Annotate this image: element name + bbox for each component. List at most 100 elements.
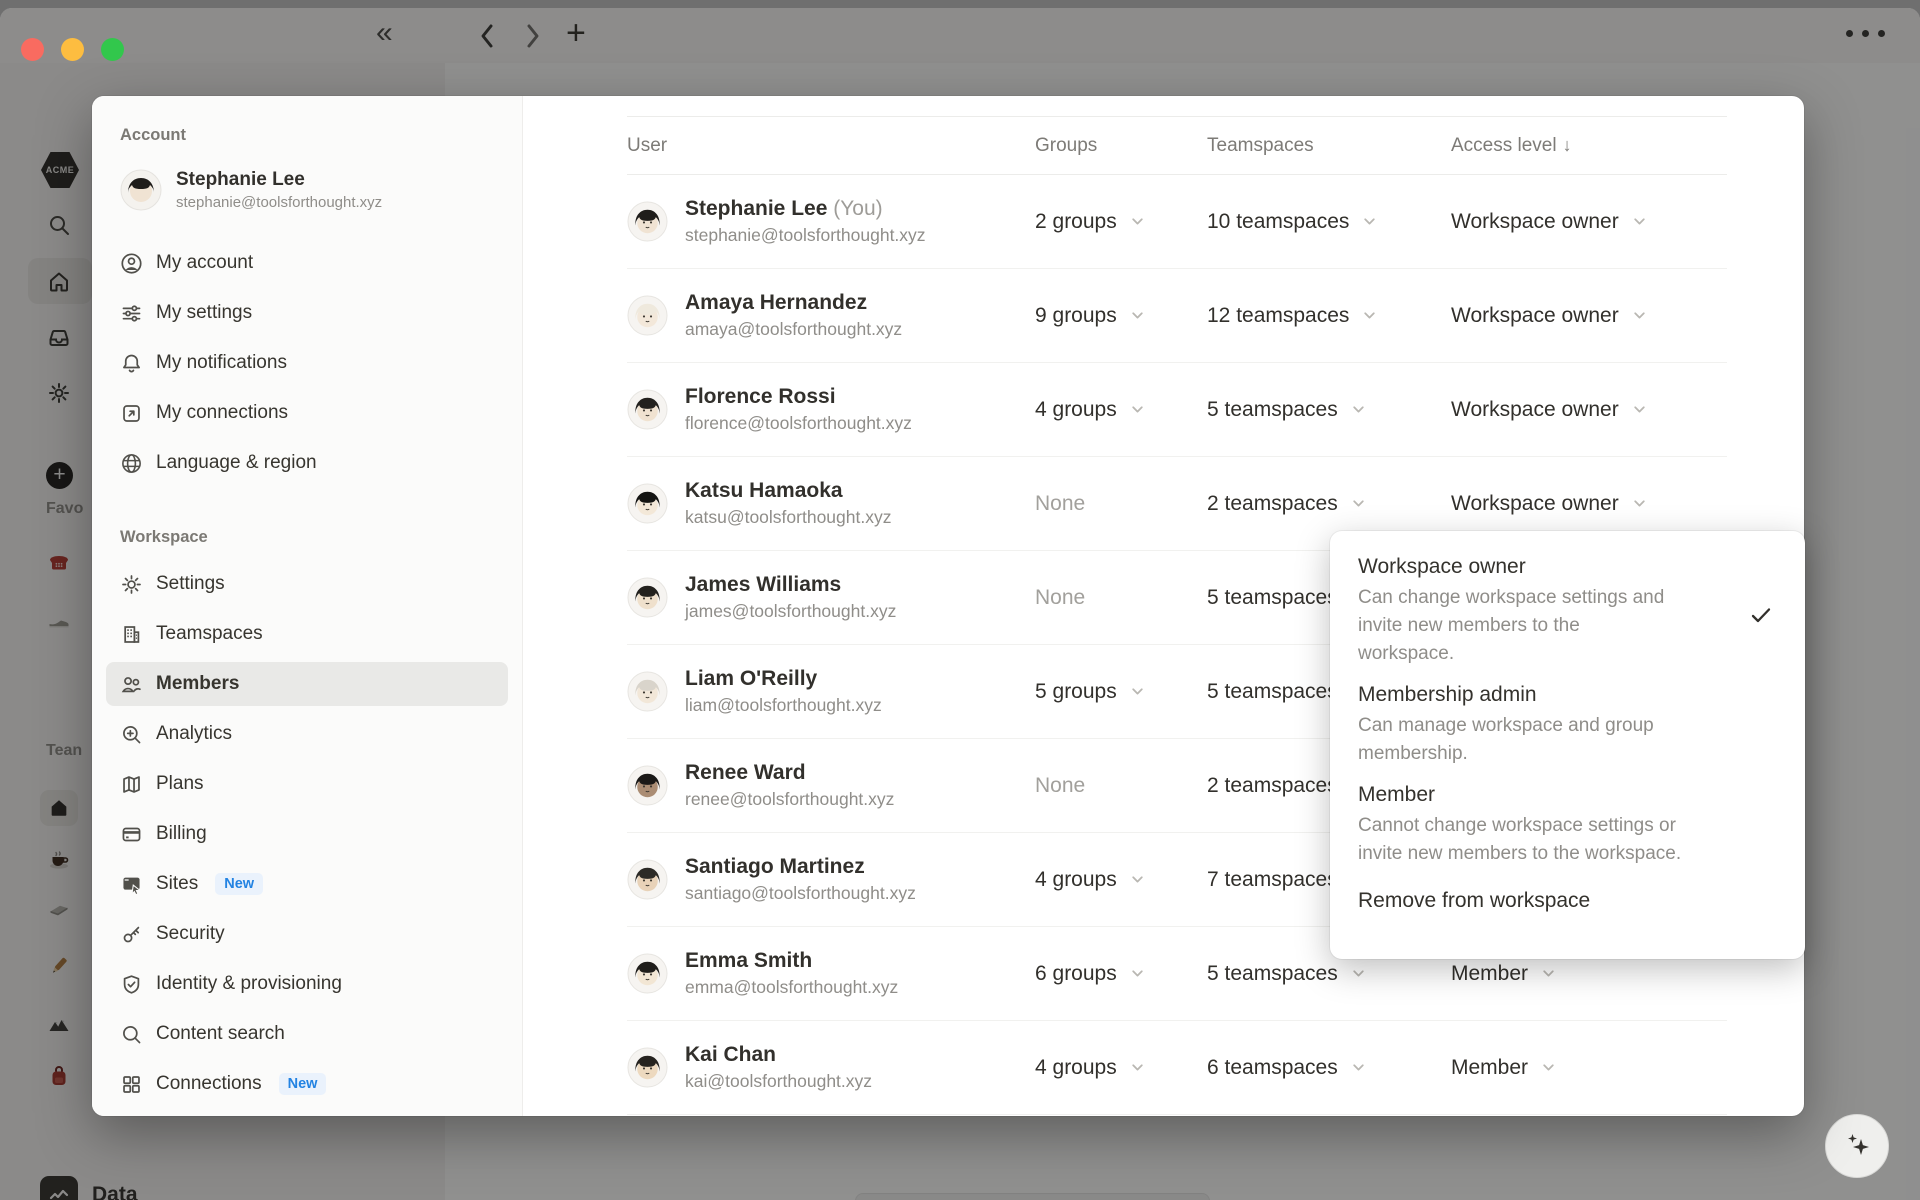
member-row-stephanie-lee: Stephanie Lee (You) stephanie@toolsforth… <box>627 175 1727 269</box>
groups-cell[interactable]: 6 groups <box>1035 962 1207 986</box>
nav-item-label: Billing <box>156 823 207 844</box>
settings-nav-item-my-account[interactable]: My account <box>106 241 508 285</box>
chevron-down-icon <box>1632 496 1647 511</box>
chevron-down-icon <box>1632 214 1647 229</box>
workspace-section-label: Workspace <box>120 528 208 546</box>
zoom-window-button[interactable] <box>101 38 124 61</box>
minimize-window-button[interactable] <box>61 38 84 61</box>
people-icon <box>121 676 141 692</box>
settings-sidebar: Account Stephanie Lee stephanie@toolsfor… <box>92 96 523 1116</box>
column-access-level[interactable]: Access level ↓ <box>1451 135 1727 157</box>
access-level-cell[interactable]: Workspace owner <box>1451 210 1727 234</box>
ai-assistant-button[interactable] <box>1825 1114 1889 1178</box>
teamspaces-cell[interactable]: 6 teamspaces <box>1207 1056 1451 1080</box>
teamspaces-cell[interactable]: 10 teamspaces <box>1207 210 1451 234</box>
member-name: Katsu Hamaoka <box>685 479 843 502</box>
access-level-cell[interactable]: Member <box>1451 962 1727 986</box>
access-option-member[interactable]: Member Cannot change workspace settings … <box>1358 783 1777 868</box>
column-teamspaces: Teamspaces <box>1207 134 1314 156</box>
teamspaces-cell[interactable]: 2 teamspaces <box>1207 492 1451 516</box>
access-option-title: Membership admin <box>1358 683 1537 706</box>
nav-item-label: Sites <box>156 873 199 894</box>
nav-item-label: Analytics <box>156 723 233 744</box>
member-email: emma@toolsforthought.xyz <box>685 977 899 997</box>
nav-item-label: My notifications <box>156 352 287 373</box>
groups-cell[interactable]: 4 groups <box>1035 868 1207 892</box>
access-option-description: Can change workspace settings and invite… <box>1358 587 1665 664</box>
settings-nav-item-analytics[interactable]: Analytics <box>106 712 508 756</box>
member-name: Amaya Hernandez <box>685 291 868 314</box>
remove-from-workspace-option[interactable]: Remove from workspace <box>1358 889 1777 913</box>
chevron-down-icon <box>1130 1060 1145 1075</box>
chevron-down-icon <box>1632 402 1647 417</box>
nav-item-label: Connections <box>156 1073 262 1094</box>
nav-item-label: Settings <box>156 573 225 594</box>
groups-cell[interactable]: 5 groups <box>1035 680 1207 704</box>
access-option-membership-admin[interactable]: Membership admin Can manage workspace an… <box>1358 683 1777 768</box>
settings-nav-item-billing[interactable]: Billing <box>106 812 508 856</box>
person-circle-icon <box>121 252 142 274</box>
avatar <box>627 953 668 994</box>
user-cell: Florence Rossi florence@toolsforthought.… <box>627 385 1035 434</box>
new-badge: New <box>278 1073 327 1095</box>
grid-icon <box>123 1075 140 1093</box>
settings-nav-item-plans[interactable]: Plans <box>106 762 508 806</box>
settings-nav-item-language-region[interactable]: Language & region <box>106 441 508 485</box>
access-level-cell[interactable]: Workspace owner <box>1451 304 1727 328</box>
chevron-down-icon <box>1130 966 1145 981</box>
settings-nav-item-my-settings[interactable]: My settings <box>106 291 508 335</box>
settings-nav-item-members[interactable]: Members <box>106 662 508 706</box>
close-window-button[interactable] <box>21 38 44 61</box>
chevron-down-icon <box>1130 308 1145 323</box>
settings-nav-item-teamspaces[interactable]: Teamspaces <box>106 612 508 656</box>
access-level-cell[interactable]: Workspace owner <box>1451 398 1727 422</box>
member-email: florence@toolsforthought.xyz <box>685 413 912 433</box>
account-section-label: Account <box>120 126 186 144</box>
teamspaces-cell[interactable]: 12 teamspaces <box>1207 304 1451 328</box>
user-cell: Stephanie Lee (You) stephanie@toolsforth… <box>627 197 1035 246</box>
member-email: james@toolsforthought.xyz <box>685 601 897 621</box>
user-cell: Emma Smith emma@toolsforthought.xyz <box>627 949 1035 998</box>
settings-nav-item-settings[interactable]: Settings <box>106 562 508 606</box>
access-option-workspace-owner[interactable]: Workspace owner Can change workspace set… <box>1358 555 1777 668</box>
user-cell: Santiago Martinez santiago@toolsforthoug… <box>627 855 1035 904</box>
chevron-down-icon <box>1130 684 1145 699</box>
gear-icon <box>122 574 141 594</box>
globe-icon <box>122 453 141 473</box>
key-icon <box>123 926 140 942</box>
profile-email: stephanie@toolsforthought.xyz <box>176 194 383 211</box>
member-email: katsu@toolsforthought.xyz <box>685 507 892 527</box>
access-option-title: Workspace owner <box>1358 555 1526 578</box>
chevron-down-icon <box>1541 966 1556 981</box>
teamspaces-cell[interactable]: 5 teamspaces <box>1207 962 1451 986</box>
member-name: Florence Rossi <box>685 385 836 408</box>
settings-nav-item-identity-provisioning[interactable]: Identity & provisioning <box>106 962 508 1006</box>
settings-nav-item-sites[interactable]: Sites New <box>106 862 508 906</box>
settings-nav-item-security[interactable]: Security <box>106 912 508 956</box>
user-cell: Renee Ward renee@toolsforthought.xyz <box>627 761 1035 810</box>
access-level-cell[interactable]: Member <box>1451 1056 1727 1080</box>
settings-nav-item-my-notifications[interactable]: My notifications <box>106 341 508 385</box>
app-window: « + ACME + Favo Tean Data Account Stepha… <box>0 8 1920 1200</box>
settings-nav-item-content-search[interactable]: Content search <box>106 1012 508 1056</box>
nav-item-label: Members <box>156 673 240 694</box>
member-row-florence-rossi: Florence Rossi florence@toolsforthought.… <box>627 363 1727 457</box>
groups-cell[interactable]: 2 groups <box>1035 210 1207 234</box>
nav-item-label: Identity & provisioning <box>156 973 342 994</box>
nav-item-label: Teamspaces <box>156 623 263 644</box>
settings-nav-item-my-connections[interactable]: My connections <box>106 391 508 435</box>
settings-nav-item-connections[interactable]: Connections New <box>106 1062 508 1106</box>
member-email: stephanie@toolsforthought.xyz <box>685 225 926 245</box>
column-groups: Groups <box>1035 134 1098 156</box>
groups-cell[interactable]: 9 groups <box>1035 304 1207 328</box>
nav-item-label: Security <box>156 923 225 944</box>
access-level-cell[interactable]: Workspace owner <box>1451 492 1727 516</box>
profile-name: Stephanie Lee <box>176 169 305 190</box>
nav-item-label: Language & region <box>156 452 317 473</box>
chevron-down-icon <box>1362 214 1377 229</box>
groups-cell[interactable]: 4 groups <box>1035 398 1207 422</box>
access-option-description: Can manage workspace and group membershi… <box>1358 715 1654 764</box>
chevron-down-icon <box>1541 1060 1556 1075</box>
groups-cell[interactable]: 4 groups <box>1035 1056 1207 1080</box>
teamspaces-cell[interactable]: 5 teamspaces <box>1207 398 1451 422</box>
